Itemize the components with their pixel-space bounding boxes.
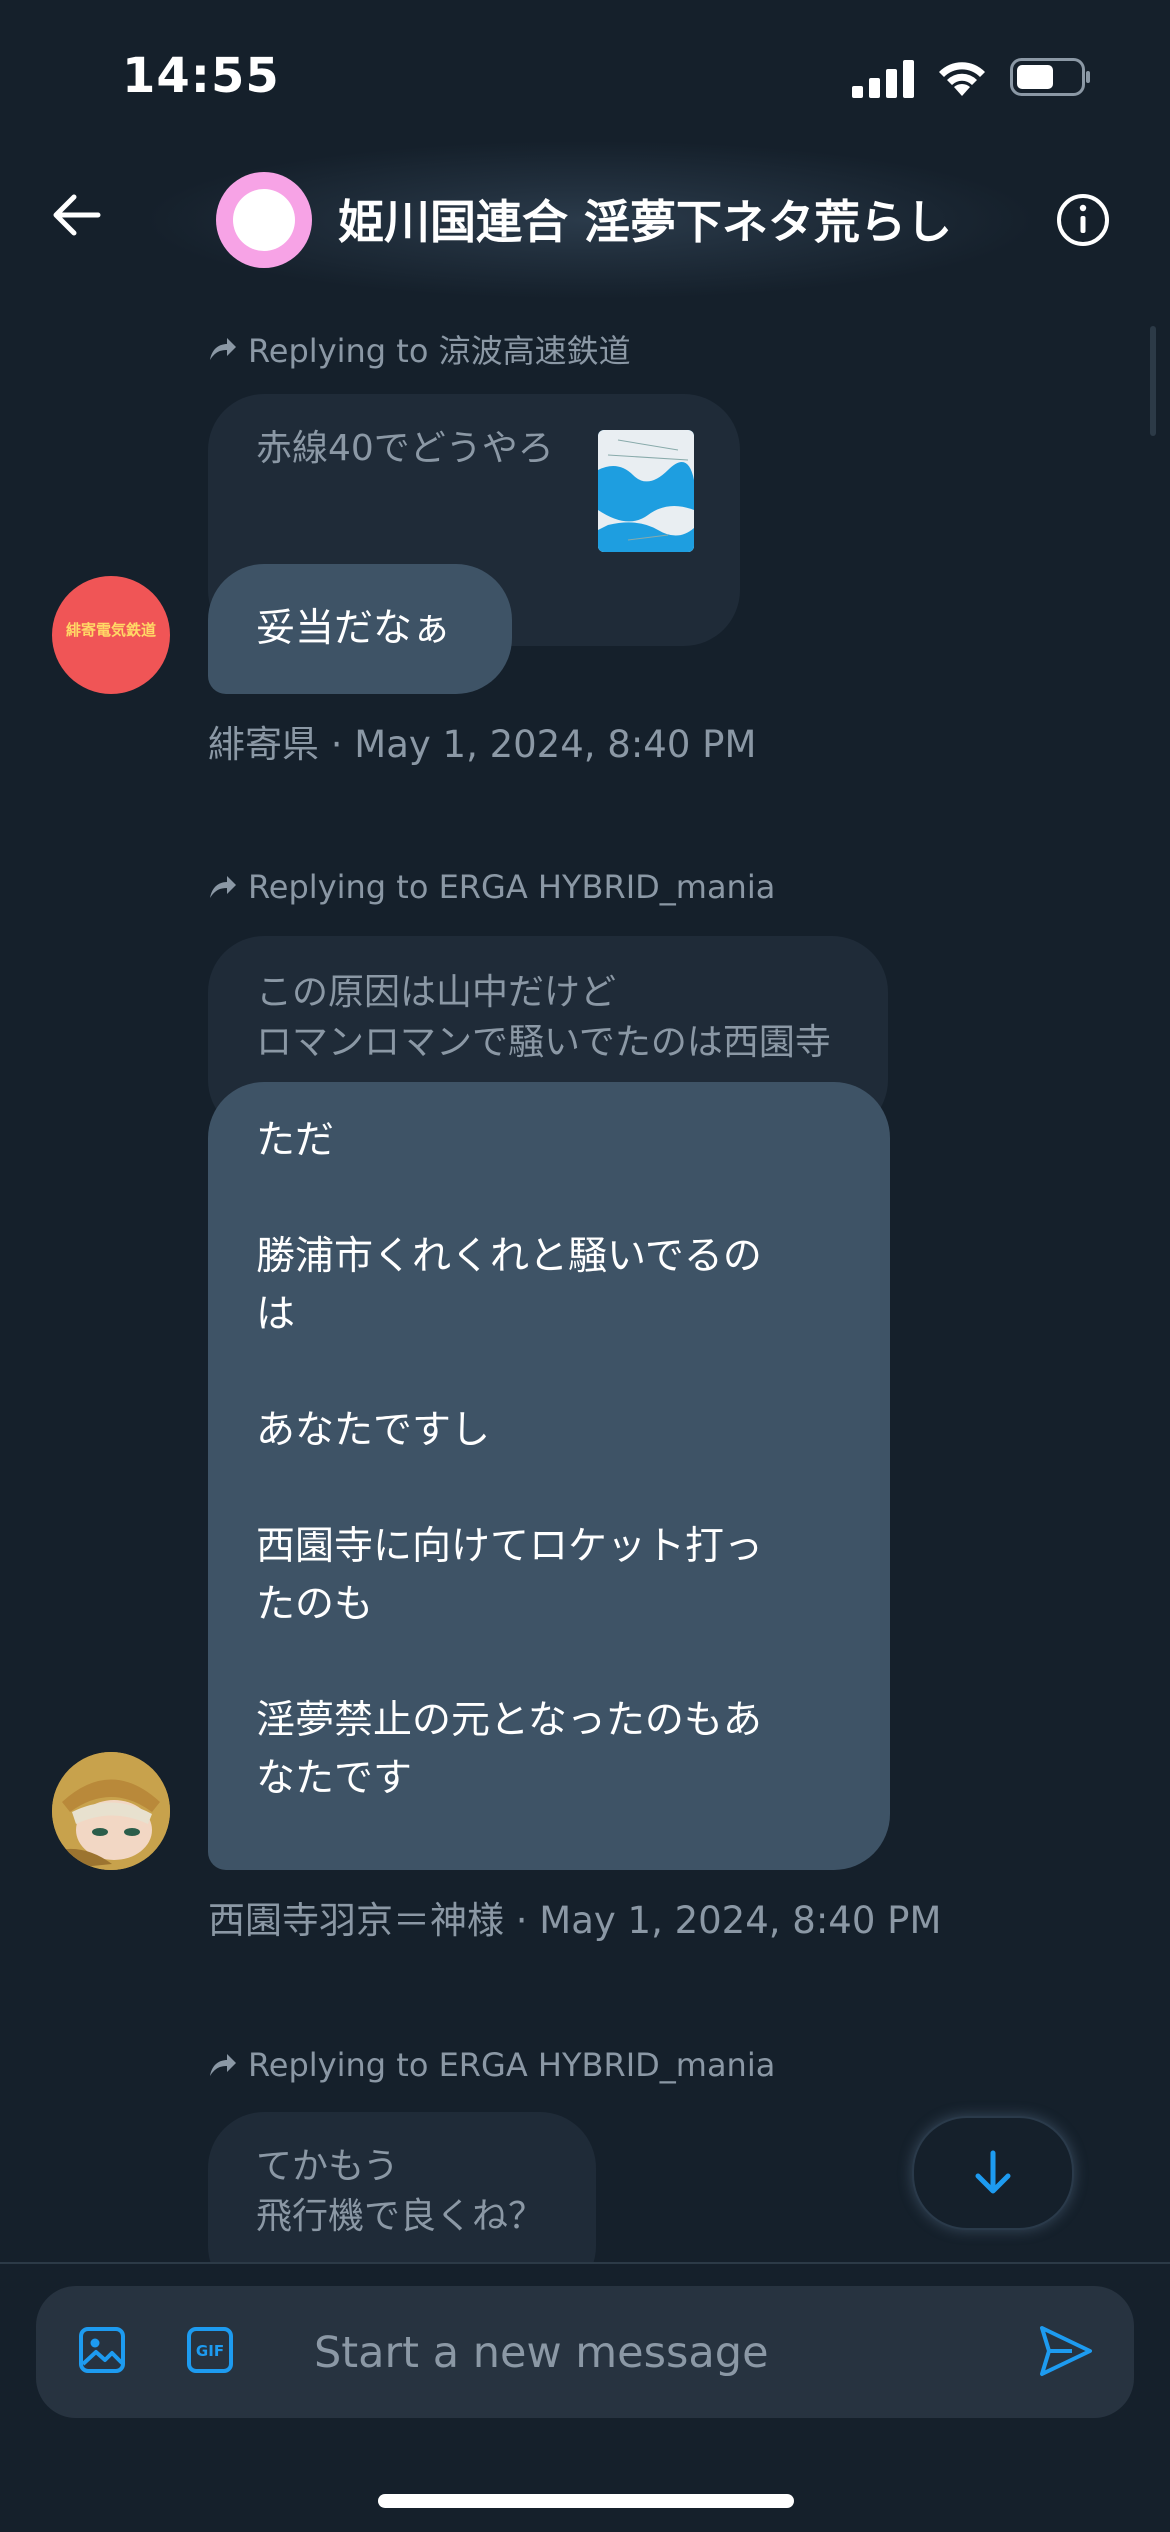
gif-icon: GIF (187, 2327, 233, 2373)
info-icon (1057, 194, 1109, 246)
reply-arrow-icon (210, 876, 236, 898)
avatar[interactable] (52, 1752, 170, 1870)
avatar-label: 緋寄電気鉄道 (65, 621, 156, 639)
message-input[interactable] (312, 2322, 1016, 2384)
group-avatar[interactable] (216, 172, 312, 268)
avatar[interactable]: 緋寄電気鉄道 (52, 576, 170, 694)
reply-label-text: Replying to ERGA HYBRID_mania (248, 868, 776, 906)
info-button[interactable] (1056, 193, 1110, 251)
anime-avatar-image (52, 1752, 170, 1870)
status-time: 14:55 (122, 48, 280, 104)
reply-label: Replying to ERGA HYBRID_mania (208, 868, 775, 906)
scrollbar[interactable] (1150, 326, 1156, 436)
wifi-icon (934, 56, 990, 102)
divider (0, 2262, 1170, 2264)
message-meta: 西園寺羽京＝神様 · May 1, 2024, 8:40 PM (208, 1899, 942, 1942)
reply-arrow-icon (210, 2054, 236, 2076)
home-indicator[interactable] (378, 2494, 794, 2508)
quoted-text: この原因は山中だけど ロマンロマンで騒いでたのは西園寺 (256, 972, 831, 1063)
back-button[interactable] (50, 192, 102, 242)
signal-icon (852, 60, 916, 102)
message-text: ただ 勝浦市くれくれと騒いでるの は あなたですし 西園寺に向けてロケット打っ … (256, 1118, 764, 1801)
send-icon (1040, 2326, 1092, 2376)
message-meta: 緋寄県 · May 1, 2024, 8:40 PM (208, 723, 757, 766)
send-button[interactable] (1038, 2324, 1094, 2382)
reply-label: Replying to ERGA HYBRID_mania (208, 2046, 775, 2084)
battery-icon (1010, 58, 1092, 100)
reply-arrow-icon (210, 338, 236, 360)
reply-label: Replying to 涼波高速鉄道 (208, 326, 631, 372)
scroll-to-bottom-button[interactable] (912, 2116, 1074, 2230)
conversation-title[interactable]: 姫川国連合 淫夢下ネタ荒らし (338, 186, 952, 252)
svg-text:GIF: GIF (196, 2342, 224, 2360)
image-icon (79, 2327, 125, 2373)
back-arrow-icon (53, 194, 101, 236)
quoted-text: てかもう 飛行機で良くね？ (256, 2146, 545, 2237)
arrow-down-icon (975, 2150, 1011, 2194)
reply-label-text: Replying to 涼波高速鉄道 (248, 332, 631, 370)
gif-button[interactable]: GIF (186, 2326, 234, 2378)
quoted-image-thumbnail[interactable] (598, 430, 694, 552)
image-button[interactable] (78, 2326, 126, 2378)
quoted-text: 赤線40でどうやろ (256, 428, 554, 469)
message-text: 妥当だなぁ (256, 606, 452, 651)
reply-label-text: Replying to ERGA HYBRID_mania (248, 2046, 776, 2084)
